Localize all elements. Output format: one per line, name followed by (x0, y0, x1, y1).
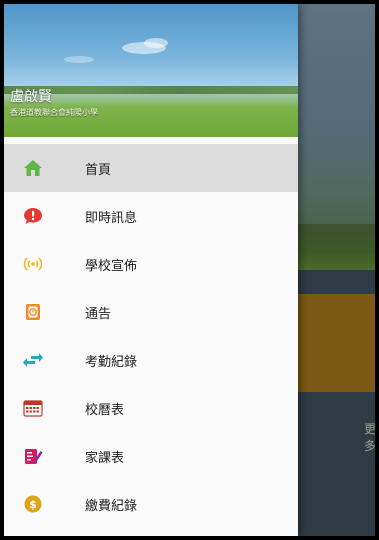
school-name: 香港道教聯合會純陽小學 (10, 108, 98, 117)
menu-label: 即時訊息 (85, 210, 138, 226)
menu-item-school-announcements[interactable]: 學校宣佈 (4, 240, 298, 288)
calendar-icon (22, 398, 44, 418)
home-icon (22, 158, 44, 178)
broadcast-icon (22, 254, 44, 274)
menu-item-notices[interactable]: 通告 (4, 288, 298, 336)
menu-label: 學校宣佈 (85, 258, 138, 274)
cloud-shape (144, 38, 168, 48)
message-alert-icon (22, 206, 44, 226)
menu-label: 繳費紀錄 (85, 498, 138, 514)
menu-item-payment-records[interactable]: $ 繳費紀錄 (4, 480, 298, 528)
homework-icon (22, 446, 44, 466)
payment-coin-icon: $ (22, 494, 44, 514)
menu-item-attendance-records[interactable]: 考勤紀錄 (4, 336, 298, 384)
drawer-menu: 首頁 即時訊息 學校宣佈 通告 考勤紀錄 校曆表 家課表 $ 繳費紀錄 (4, 144, 298, 528)
menu-item-school-calendar[interactable]: 校曆表 (4, 384, 298, 432)
menu-label: 家課表 (85, 450, 125, 466)
menu-label: 校曆表 (85, 402, 125, 418)
menu-label: 考勤紀錄 (85, 354, 138, 370)
cloud-shape (64, 56, 94, 63)
drawer-header: 盧啟賢 香港道教聯合會純陽小學 (4, 4, 298, 137)
menu-item-homework-list[interactable]: 家課表 (4, 432, 298, 480)
header-divider (4, 137, 298, 144)
user-name: 盧啟賢 (10, 89, 52, 105)
svg-text:$: $ (29, 498, 37, 511)
menu-item-instant-messages[interactable]: 即時訊息 (4, 192, 298, 240)
menu-label: 通告 (85, 306, 112, 322)
more-link[interactable]: 更多 (364, 420, 375, 454)
menu-label: 首頁 (85, 162, 112, 178)
navigation-drawer: 盧啟賢 香港道教聯合會純陽小學 首頁 即時訊息 學校宣佈 通告 考勤紀錄 校曆表… (4, 4, 298, 536)
notice-icon (22, 302, 44, 322)
menu-item-home[interactable]: 首頁 (4, 144, 298, 192)
attendance-arrows-icon (22, 350, 44, 370)
app-window: 更多 盧啟賢 香港道教聯合會純陽小學 首頁 即時訊息 學校宣佈 通告 考勤紀錄 … (4, 4, 375, 536)
